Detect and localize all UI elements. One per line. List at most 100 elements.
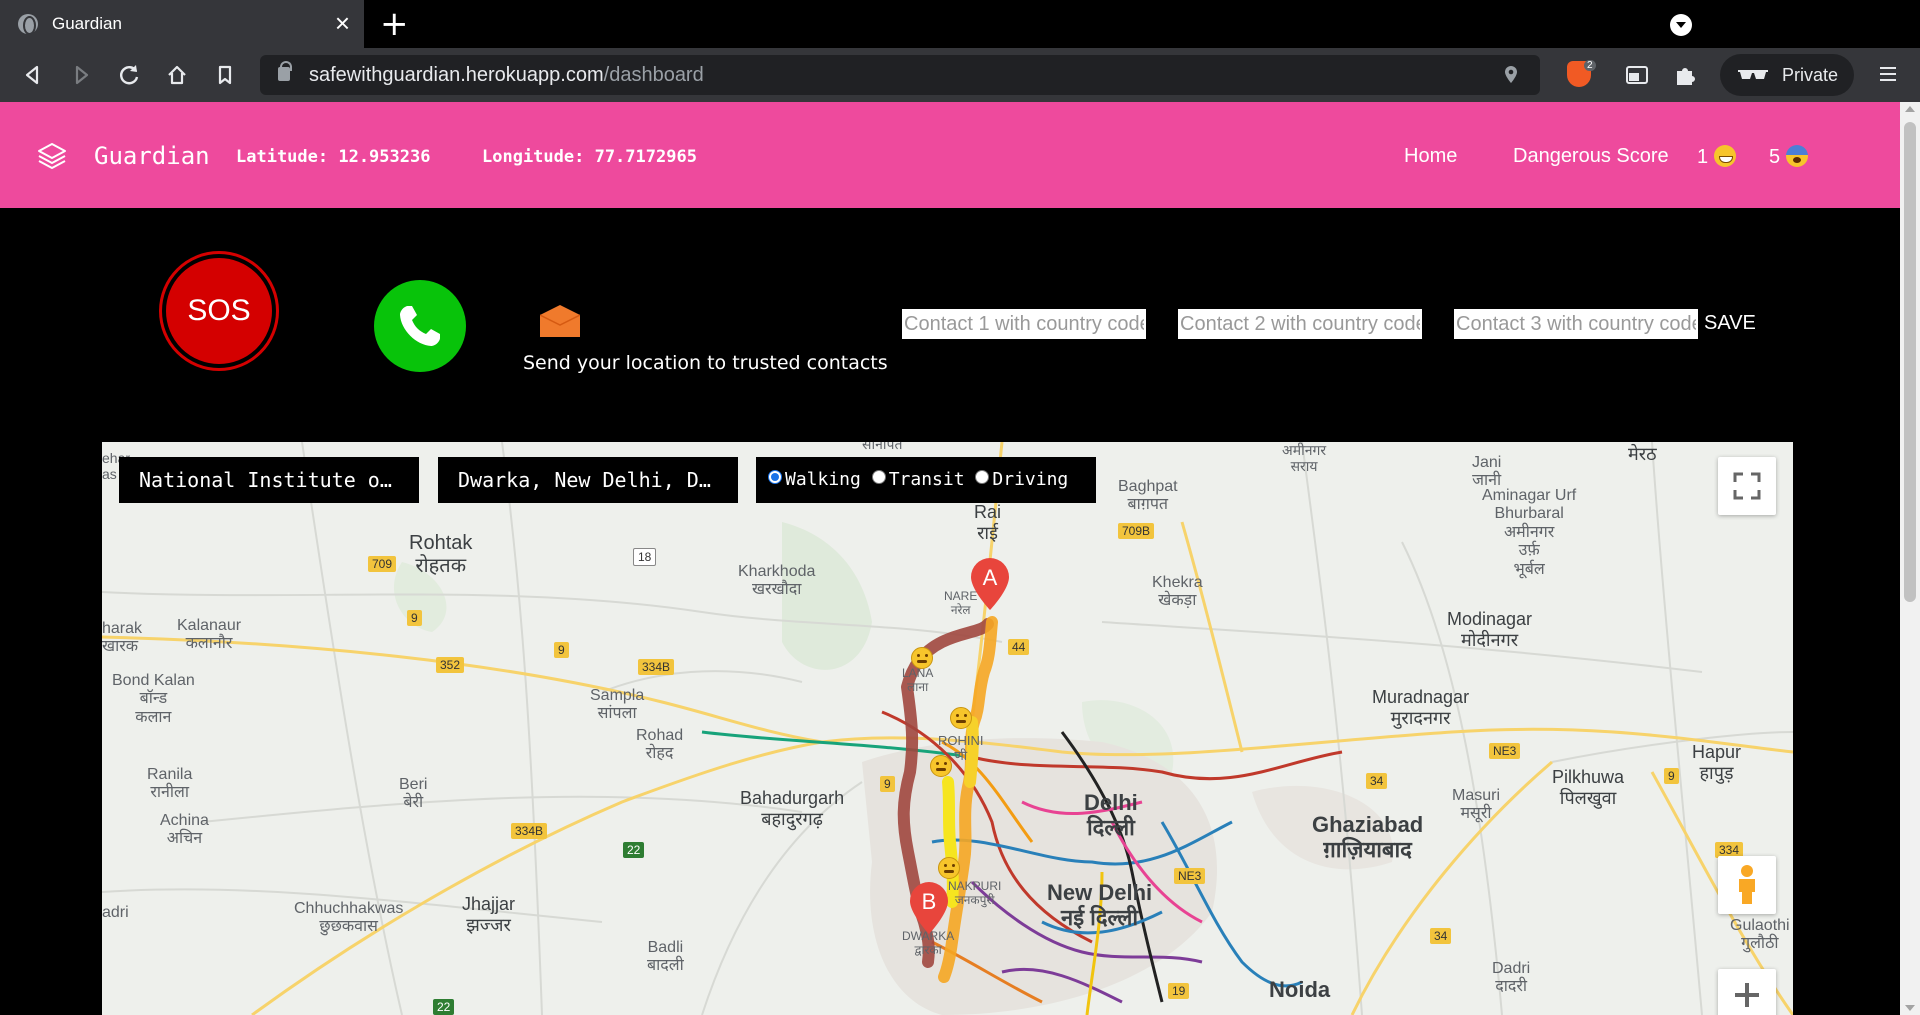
hamburger-menu-icon[interactable]: [1880, 62, 1896, 86]
brand-name[interactable]: Guardian: [94, 142, 210, 170]
radio-driving[interactable]: [975, 470, 990, 484]
road-shield: 19: [1168, 983, 1190, 999]
place-label-dadri: Dadri दादरी: [1492, 960, 1531, 996]
place-label-jani: Jani जानी: [1472, 454, 1502, 490]
page-content: Guardian Latitude: 12.953236 Longitude: …: [0, 102, 1900, 1015]
radio-transit[interactable]: [871, 470, 886, 484]
place-label-ranila: Ranila रानीला: [147, 766, 193, 802]
address-bar[interactable]: safewithguardian.herokuapp.com/dashboard: [260, 55, 1540, 95]
place-label-beri: Beri बेरी: [399, 776, 428, 812]
grinning-face-icon: [1714, 145, 1737, 167]
home-icon[interactable]: [160, 58, 194, 92]
marker-a-label: A: [983, 565, 998, 590]
place-label-chhuchhakwas: Chhuchhakwas छुछकवास: [294, 900, 404, 936]
place-label-muradnagar: Muradnagar मुरादनगर: [1372, 687, 1470, 728]
scrollbar-thumb[interactable]: [1904, 122, 1916, 602]
new-tab-plus-icon[interactable]: +: [380, 6, 409, 42]
plus-icon: [1735, 983, 1759, 1007]
place-label-adri: adri: [102, 904, 129, 921]
neutral-face-icon[interactable]: [911, 647, 933, 669]
save-button[interactable]: SAVE: [1704, 312, 1756, 335]
call-button[interactable]: [374, 280, 466, 372]
scroll-down-arrow-icon[interactable]: [1905, 1005, 1915, 1011]
place-label-kharkhoda: Kharkhoda खरखौदा: [738, 563, 816, 599]
road-shield: 334B: [511, 823, 548, 839]
forward-arrow-icon[interactable]: [64, 58, 98, 92]
radio-walking[interactable]: [768, 470, 782, 484]
mode-walking[interactable]: Walking: [768, 469, 861, 490]
street-view-pegman-button[interactable]: [1718, 856, 1776, 914]
shields-count-badge: 2: [1584, 60, 1596, 71]
pegman-icon: [1739, 865, 1755, 904]
happy-score: 1: [1697, 145, 1737, 169]
extensions-puzzle-icon[interactable]: [1672, 62, 1698, 88]
route-map[interactable]: Rohtak रोहतक Kharkhoda खरखौदा Kalanaur कलान…: [102, 442, 1793, 1015]
url-text: safewithguardian.herokuapp.com/dashboard: [309, 64, 704, 86]
tab-title: Guardian: [52, 14, 122, 33]
neutral-face-icon[interactable]: [938, 857, 960, 879]
reload-icon[interactable]: [112, 58, 146, 92]
neutral-face-icon[interactable]: [950, 707, 972, 729]
mode-transit[interactable]: Transit: [871, 469, 965, 490]
private-window-badge[interactable]: Private: [1720, 54, 1854, 96]
place-label-badli: Badli बादली: [647, 939, 684, 975]
back-arrow-icon[interactable]: [16, 58, 50, 92]
contact-1-input[interactable]: [902, 309, 1146, 339]
place-label-rai: Rai राई: [974, 502, 1002, 543]
send-location-label: Send your location to trusted contacts: [523, 352, 888, 374]
place-label-baghpat: Baghpat बाग़पत: [1118, 478, 1178, 514]
place-label-rohtak: Rohtak रोहतक: [409, 532, 473, 577]
nav-home-link[interactable]: Home: [1404, 145, 1457, 168]
origin-input[interactable]: National Institute o…: [119, 457, 419, 503]
private-label: Private: [1782, 65, 1839, 85]
road-shield: 9: [407, 610, 422, 626]
destination-input[interactable]: Dwarka, New Delhi, D…: [438, 457, 738, 503]
place-label-achina: Achina अचिन: [160, 812, 209, 848]
road-shield: 709: [368, 556, 397, 572]
marker-b-label: B: [922, 889, 937, 914]
place-label-dwarka: DWARKA द्वारका: [902, 929, 955, 957]
zoom-in-button[interactable]: [1718, 969, 1776, 1015]
mode-driving[interactable]: Driving: [975, 469, 1068, 490]
contact-3-input[interactable]: [1454, 309, 1698, 339]
contact-2-input[interactable]: [1178, 309, 1422, 339]
road-shield: 34: [1366, 773, 1388, 789]
route-end-marker[interactable]: B: [909, 882, 949, 934]
route-start-marker[interactable]: A: [970, 558, 1010, 610]
road-shield: NE3: [1174, 868, 1206, 884]
browser-tab-strip: Guardian × +: [0, 0, 1920, 48]
location-pin-icon[interactable]: [1504, 66, 1518, 84]
road-shield: 22: [433, 999, 455, 1015]
road-shield: 9: [880, 776, 895, 792]
latitude-text: Latitude: 12.953236: [236, 147, 431, 167]
road-shield: NE3: [1489, 743, 1521, 759]
place-label-jhajjar: Jhajjar झज्जर: [462, 894, 516, 935]
place-label-kharak: harak खारक: [102, 620, 143, 656]
globe-icon: [18, 14, 38, 35]
place-label-alipur: LANA लाना: [902, 666, 934, 694]
road-shield: 9: [554, 642, 569, 658]
place-label-sonipat: सोनीपत: [862, 442, 903, 452]
fullscreen-button[interactable]: [1718, 457, 1776, 515]
bookmark-icon[interactable]: [208, 58, 242, 92]
sos-button[interactable]: SOS: [162, 254, 276, 368]
tab-search-chevron-icon[interactable]: [1670, 14, 1692, 36]
close-icon[interactable]: ×: [335, 10, 350, 36]
place-label-aminagar: Aminagar Urf Bhurbaral अमीनगर उर्फ़ भूर्बल: [1482, 487, 1577, 578]
place-label-kalanaur: Kalanaur कलानौर: [177, 617, 242, 653]
place-label-pilkhuwa: Pilkhuwa पिलखुवा: [1552, 767, 1625, 808]
nav-dangerous-score-link[interactable]: Dangerous Score: [1513, 145, 1669, 168]
road-shield: 22: [623, 842, 645, 858]
place-label-bahadurgarh: Bahadurgarh बहादुरगढ़: [740, 788, 845, 829]
road-shield: 44: [1008, 639, 1030, 655]
place-label-delhi: Delhi दिल्ली: [1084, 790, 1138, 841]
neutral-face-icon[interactable]: [930, 755, 952, 777]
page-scrollbar[interactable]: [1900, 102, 1920, 1015]
envelope-icon[interactable]: [540, 305, 580, 337]
sidebar-icon[interactable]: [1624, 62, 1650, 88]
layers-icon[interactable]: [36, 140, 68, 172]
browser-tab[interactable]: Guardian ×: [0, 0, 364, 48]
scroll-up-arrow-icon[interactable]: [1905, 106, 1915, 112]
place-label-sampla: Sampla सांपला: [590, 687, 645, 723]
place-label-aminagar-sarai: अमीनगर सराय: [1282, 442, 1327, 475]
